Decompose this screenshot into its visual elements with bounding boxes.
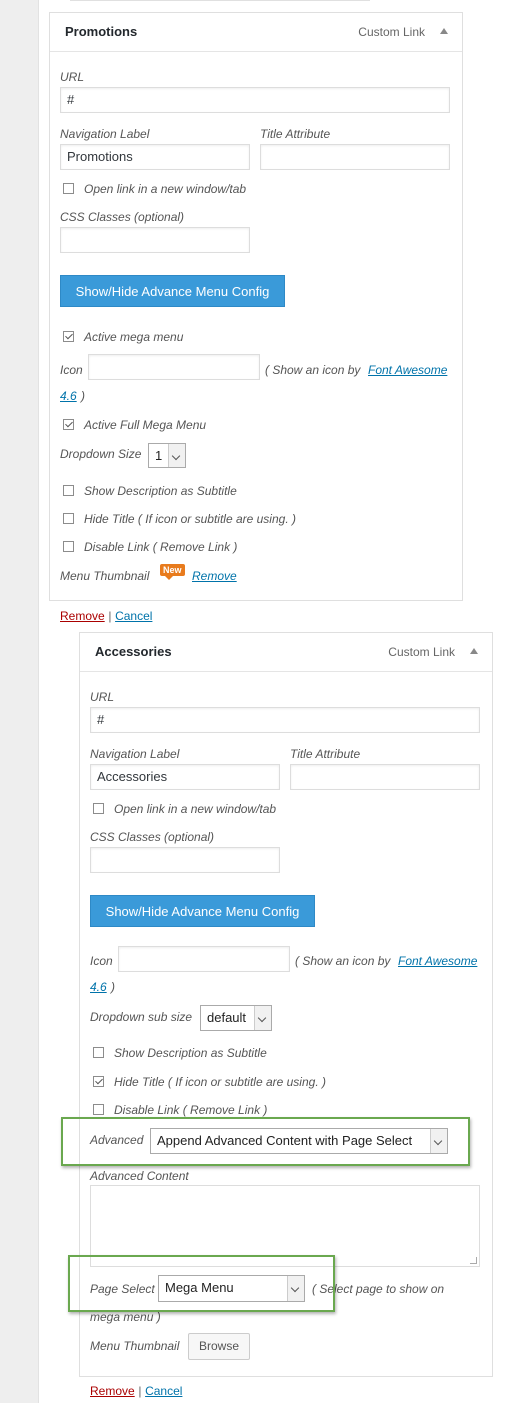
item-actions-promotions: Remove | Cancel <box>60 608 152 623</box>
remove-link[interactable]: Remove <box>90 1384 135 1398</box>
menu-item-header[interactable]: Promotions Custom Link <box>50 13 462 52</box>
advance-config-button[interactable]: Show/Hide Advance Menu Config <box>90 895 315 927</box>
menu-item-type: Custom Link <box>388 645 455 659</box>
icon-label: Icon <box>90 954 113 968</box>
menu-thumbnail-label: Menu Thumbnail <box>90 1339 180 1353</box>
title-attribute-input[interactable] <box>260 144 450 170</box>
navigation-label-input[interactable]: Accessories <box>90 764 280 790</box>
chevron-down-icon <box>254 1006 271 1030</box>
disable-link-checkbox[interactable] <box>93 1104 104 1115</box>
left-gutter <box>0 0 38 1403</box>
thumbnail-remove-link[interactable]: Remove <box>192 569 237 583</box>
page-select-hint-cont: mega menu ) <box>90 1310 161 1324</box>
hide-title-checkbox[interactable] <box>93 1076 104 1087</box>
show-description-checkbox[interactable] <box>63 485 74 496</box>
hide-title-checkbox[interactable] <box>63 513 74 524</box>
menu-item-header[interactable]: Accessories Custom Link <box>80 633 492 672</box>
menu-item-promotions: Promotions Custom Link URL # Navigation … <box>49 12 463 601</box>
action-separator: | <box>108 609 112 623</box>
css-classes-label: CSS Classes (optional) <box>90 830 215 844</box>
active-full-mega-checkbox[interactable] <box>63 419 74 430</box>
collapse-arrow-icon[interactable] <box>440 28 448 34</box>
active-mega-menu-checkbox[interactable] <box>63 331 74 342</box>
disable-link-label: Disable Link ( Remove Link ) <box>84 540 238 554</box>
icon-input[interactable] <box>88 354 260 380</box>
disable-link-label: Disable Link ( Remove Link ) <box>114 1103 268 1117</box>
title-attribute-label: Title Attribute <box>260 127 331 141</box>
title-attribute-input[interactable] <box>290 764 480 790</box>
font-awesome-version-link[interactable]: 4.6 <box>90 980 107 994</box>
highlight-page-select <box>68 1255 335 1312</box>
dropdown-size-select[interactable]: 1 <box>148 443 186 468</box>
url-input[interactable]: # <box>90 707 480 733</box>
show-description-checkbox[interactable] <box>93 1047 104 1058</box>
new-window-label: Open link in a new window/tab <box>84 182 247 196</box>
browse-button[interactable]: Browse <box>188 1333 251 1360</box>
menu-item-title: Promotions <box>65 24 138 39</box>
item-actions-accessories: Remove | Cancel <box>90 1383 182 1398</box>
advanced-content-label: Advanced Content <box>90 1169 189 1183</box>
dropdown-size-label: Dropdown Size <box>60 447 142 461</box>
icon-label: Icon <box>60 363 83 377</box>
font-awesome-link[interactable]: Font Awesome <box>368 363 447 377</box>
new-badge: New <box>160 564 185 580</box>
advance-config-button[interactable]: Show/Hide Advance Menu Config <box>60 275 285 307</box>
icon-hint-close: ) <box>111 980 115 994</box>
top-divider <box>70 0 370 1</box>
navigation-label-input[interactable]: Promotions <box>60 144 250 170</box>
collapse-arrow-icon[interactable] <box>470 648 478 654</box>
font-awesome-link[interactable]: Font Awesome <box>398 954 477 968</box>
new-window-checkbox[interactable] <box>93 803 104 814</box>
highlight-advanced <box>61 1117 470 1166</box>
dropdown-size-value: 1 <box>155 448 163 463</box>
show-description-label: Show Description as Subtitle <box>114 1046 267 1060</box>
dropdown-sub-size-value: default <box>207 1010 247 1025</box>
icon-hint-text: ( Show an icon by <box>295 954 391 968</box>
resize-handle-icon[interactable] <box>470 1257 477 1264</box>
navigation-label-label: Navigation Label <box>90 747 180 761</box>
menu-thumbnail-label: Menu Thumbnail <box>60 569 150 583</box>
active-full-mega-label: Active Full Mega Menu <box>84 418 207 432</box>
cancel-link[interactable]: Cancel <box>115 609 152 623</box>
title-attribute-label: Title Attribute <box>290 747 361 761</box>
dropdown-sub-size-label: Dropdown sub size <box>90 1010 193 1024</box>
icon-input[interactable] <box>118 946 290 972</box>
icon-hint-text: ( Show an icon by <box>265 363 361 377</box>
new-window-checkbox[interactable] <box>63 183 74 194</box>
css-classes-input[interactable] <box>90 847 280 873</box>
menu-item-type: Custom Link <box>358 25 425 39</box>
icon-hint-close: ) <box>81 389 85 403</box>
disable-link-checkbox[interactable] <box>63 541 74 552</box>
url-label: URL <box>90 690 115 704</box>
css-classes-input[interactable] <box>60 227 250 253</box>
hide-title-label: Hide Title ( If icon or subtitle are usi… <box>114 1075 326 1089</box>
css-classes-label: CSS Classes (optional) <box>60 210 185 224</box>
action-separator: | <box>138 1384 142 1398</box>
font-awesome-version-link[interactable]: 4.6 <box>60 389 77 403</box>
chevron-down-icon <box>168 444 185 467</box>
show-description-label: Show Description as Subtitle <box>84 484 237 498</box>
menu-item-title: Accessories <box>95 644 172 659</box>
active-mega-menu-label: Active mega menu <box>84 330 184 344</box>
new-window-label: Open link in a new window/tab <box>114 802 277 816</box>
hide-title-label: Hide Title ( If icon or subtitle are usi… <box>84 512 296 526</box>
remove-link[interactable]: Remove <box>60 609 105 623</box>
url-label: URL <box>60 70 85 84</box>
url-input[interactable]: # <box>60 87 450 113</box>
navigation-label-label: Navigation Label <box>60 127 150 141</box>
dropdown-sub-size-select[interactable]: default <box>200 1005 272 1031</box>
cancel-link[interactable]: Cancel <box>145 1384 182 1398</box>
